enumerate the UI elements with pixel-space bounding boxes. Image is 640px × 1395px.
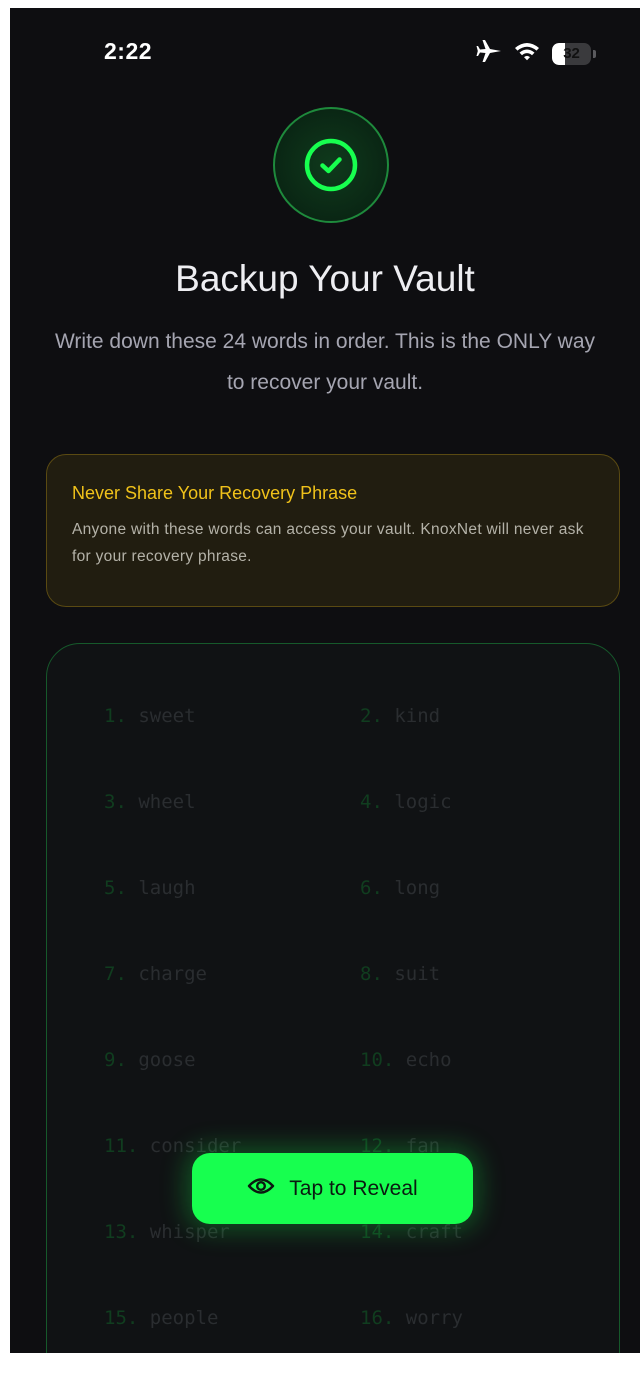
warning-body: Anyone with these words can access your … — [72, 521, 584, 565]
recovery-phrase-card: 1. sweet 2. kind 3. wheel 4. logic 5. la… — [46, 643, 620, 1353]
app-screen: 2:22 32 Backup Your Vault Write down the… — [10, 8, 640, 1353]
phrase-word: 16. worry — [360, 1307, 463, 1329]
eye-icon — [247, 1176, 275, 1201]
status-icons: 32 — [476, 39, 596, 68]
wifi-icon — [514, 41, 540, 66]
status-bar: 2:22 32 — [10, 8, 640, 92]
warning-title: Never Share Your Recovery Phrase — [72, 483, 358, 503]
phrase-word: 3. wheel — [104, 791, 196, 813]
warning-card: Never Share Your Recovery Phrase Anyone … — [46, 454, 620, 607]
status-time: 2:22 — [104, 38, 153, 64]
phrase-word: 10. echo — [360, 1049, 452, 1071]
page-title: Backup Your Vault — [175, 258, 475, 299]
battery-icon: 32 — [552, 42, 596, 65]
reveal-button-label: Tap to Reveal — [289, 1176, 418, 1200]
battery-level: 32 — [563, 45, 580, 62]
phrase-word: 5. laugh — [104, 877, 196, 899]
page-subtitle: Write down these 24 words in order. This… — [54, 330, 596, 394]
check-circle-icon — [273, 107, 389, 223]
phrase-word: 1. sweet — [104, 705, 196, 727]
phrase-word: 6. long — [360, 877, 441, 899]
phrase-word: 9. goose — [104, 1049, 196, 1071]
phrase-word: 4. logic — [360, 791, 452, 813]
phrase-word: 2. kind — [360, 705, 441, 727]
phrase-word: 8. suit — [360, 963, 441, 985]
phrase-word: 7. charge — [104, 963, 207, 985]
tap-to-reveal-button[interactable]: Tap to Reveal — [192, 1153, 473, 1224]
phrase-word: 15. people — [104, 1307, 219, 1329]
airplane-icon — [476, 39, 502, 68]
phrase-word: 13. whisper — [104, 1221, 230, 1243]
phrase-word: 14. craft — [360, 1221, 463, 1243]
